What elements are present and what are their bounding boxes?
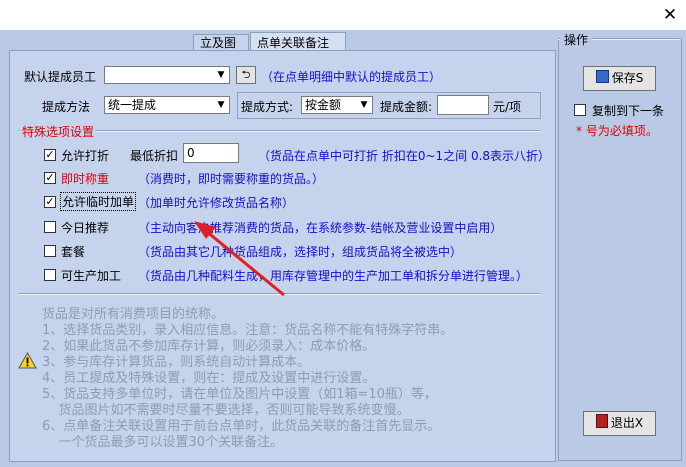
default-staff-select[interactable]: ▼ (104, 66, 230, 84)
tab-order-notes[interactable]: 点单关联备注 (250, 32, 346, 52)
required-note: * 号为必填项。 (576, 124, 658, 138)
notes-line: 6、点单备注关联设置用于前台点单时，此货品关联的备注首先显示。 (42, 419, 441, 434)
production-checkbox[interactable] (44, 269, 56, 281)
commission-mode-label: 提成方式: (241, 100, 294, 114)
commission-unit-label: 元/项 (493, 100, 522, 114)
allow-discount-label: 允许打折 (61, 149, 110, 163)
weigh-label: 即时称重 (61, 172, 110, 186)
title-bar (0, 0, 686, 30)
tab-unit-image[interactable]: 立及图片 (193, 34, 249, 67)
copy-next-checkbox[interactable] (574, 104, 586, 116)
production-label: 可生产加工 (61, 269, 122, 283)
special-section-divider (18, 130, 540, 132)
save-button[interactable]: 保存S (583, 66, 656, 91)
chevron-down-icon: ▼ (360, 100, 368, 110)
exit-button-label: 退出X (610, 416, 644, 430)
chevron-down-icon: ▼ (217, 100, 225, 110)
chevron-down-icon: ▼ (217, 70, 225, 80)
save-button-label: 保存S (611, 71, 644, 85)
commission-amount-label: 提成金额: (380, 100, 433, 114)
copy-next-label: 复制到下一条 (592, 104, 665, 118)
notes-block: 货品是对所有消费项目的统称。 1、选择货品类别，录入相应信息。注意：货品名称不能… (42, 307, 453, 451)
combo-label: 套餐 (61, 245, 86, 259)
commission-mode-select[interactable]: 按金额 ▼ (301, 96, 373, 114)
floppy-disk-icon (595, 70, 609, 83)
notes-line: 4、员工提成及特殊设置，则在：提成及设置中进行设置。 (42, 371, 376, 386)
notes-line: 货品图片如不需要时尽量不要选择，否则可能导致系统变慢。 (42, 403, 410, 418)
temp-add-label: 允许临时加单 (60, 192, 137, 211)
combo-checkbox[interactable] (44, 245, 56, 257)
recommend-checkbox[interactable] (44, 221, 56, 233)
notes-line: 5、货品支持多单位时，请在单位及图片中设置（如1箱=10瓶）等， (42, 387, 437, 402)
min-discount-label: 最低折扣 (130, 149, 179, 163)
annotation-arrow (194, 221, 285, 297)
min-discount-input[interactable]: 0 (183, 143, 239, 163)
operations-group-title: 操作 (562, 31, 591, 48)
allow-discount-hint: （货品在点单中可打折 折扣在0~1之间 0.8表示八折） (258, 149, 551, 163)
notes-line: 2、如果此货品不参加库存计算，则必须录入：成本价格。 (42, 339, 376, 354)
commission-amount-input[interactable] (437, 95, 489, 115)
weigh-hint: （消费时，即时需要称重的货品。） (138, 172, 325, 186)
temp-add-hint: （加单时允许修改货品名称） (138, 196, 295, 210)
default-staff-label: 默认提成员工 (24, 70, 97, 84)
notes-line: 货品是对所有消费项目的统称。 (42, 307, 225, 322)
temp-add-checkbox[interactable]: ✓ (44, 196, 56, 208)
notes-line: 3、参与库存计算货品，则系统自动计算成本。 (42, 355, 311, 370)
special-section-title: 特殊选项设置 (20, 123, 97, 140)
arrow-shaft (205, 229, 285, 297)
exit-button[interactable]: 退出X (583, 411, 656, 436)
weigh-checkbox[interactable]: ✓ (44, 172, 56, 184)
default-staff-hint: （在点单明细中默认的提成员工） (261, 70, 442, 84)
refresh-icon: ⮌ (241, 68, 251, 81)
operations-group-top-right (592, 38, 680, 40)
warning-icon (18, 352, 37, 369)
close-icon[interactable]: ✕ (654, 0, 686, 30)
operations-group-top-left (558, 38, 560, 40)
notes-line: 1、选择货品类别，录入相应信息。注意：货品名称不能有特殊字符串。 (42, 323, 454, 338)
commission-method-label: 提成方法 (42, 100, 91, 114)
exit-door-icon (595, 414, 608, 428)
recommend-label: 今日推荐 (61, 221, 110, 235)
commission-method-select[interactable]: 统一提成 ▼ (104, 96, 230, 114)
notes-line: 一个货品最多可以设置30个关联备注。 (42, 435, 284, 450)
allow-discount-checkbox[interactable]: ✓ (44, 149, 56, 161)
refresh-staff-button[interactable]: ⮌ (236, 66, 256, 84)
